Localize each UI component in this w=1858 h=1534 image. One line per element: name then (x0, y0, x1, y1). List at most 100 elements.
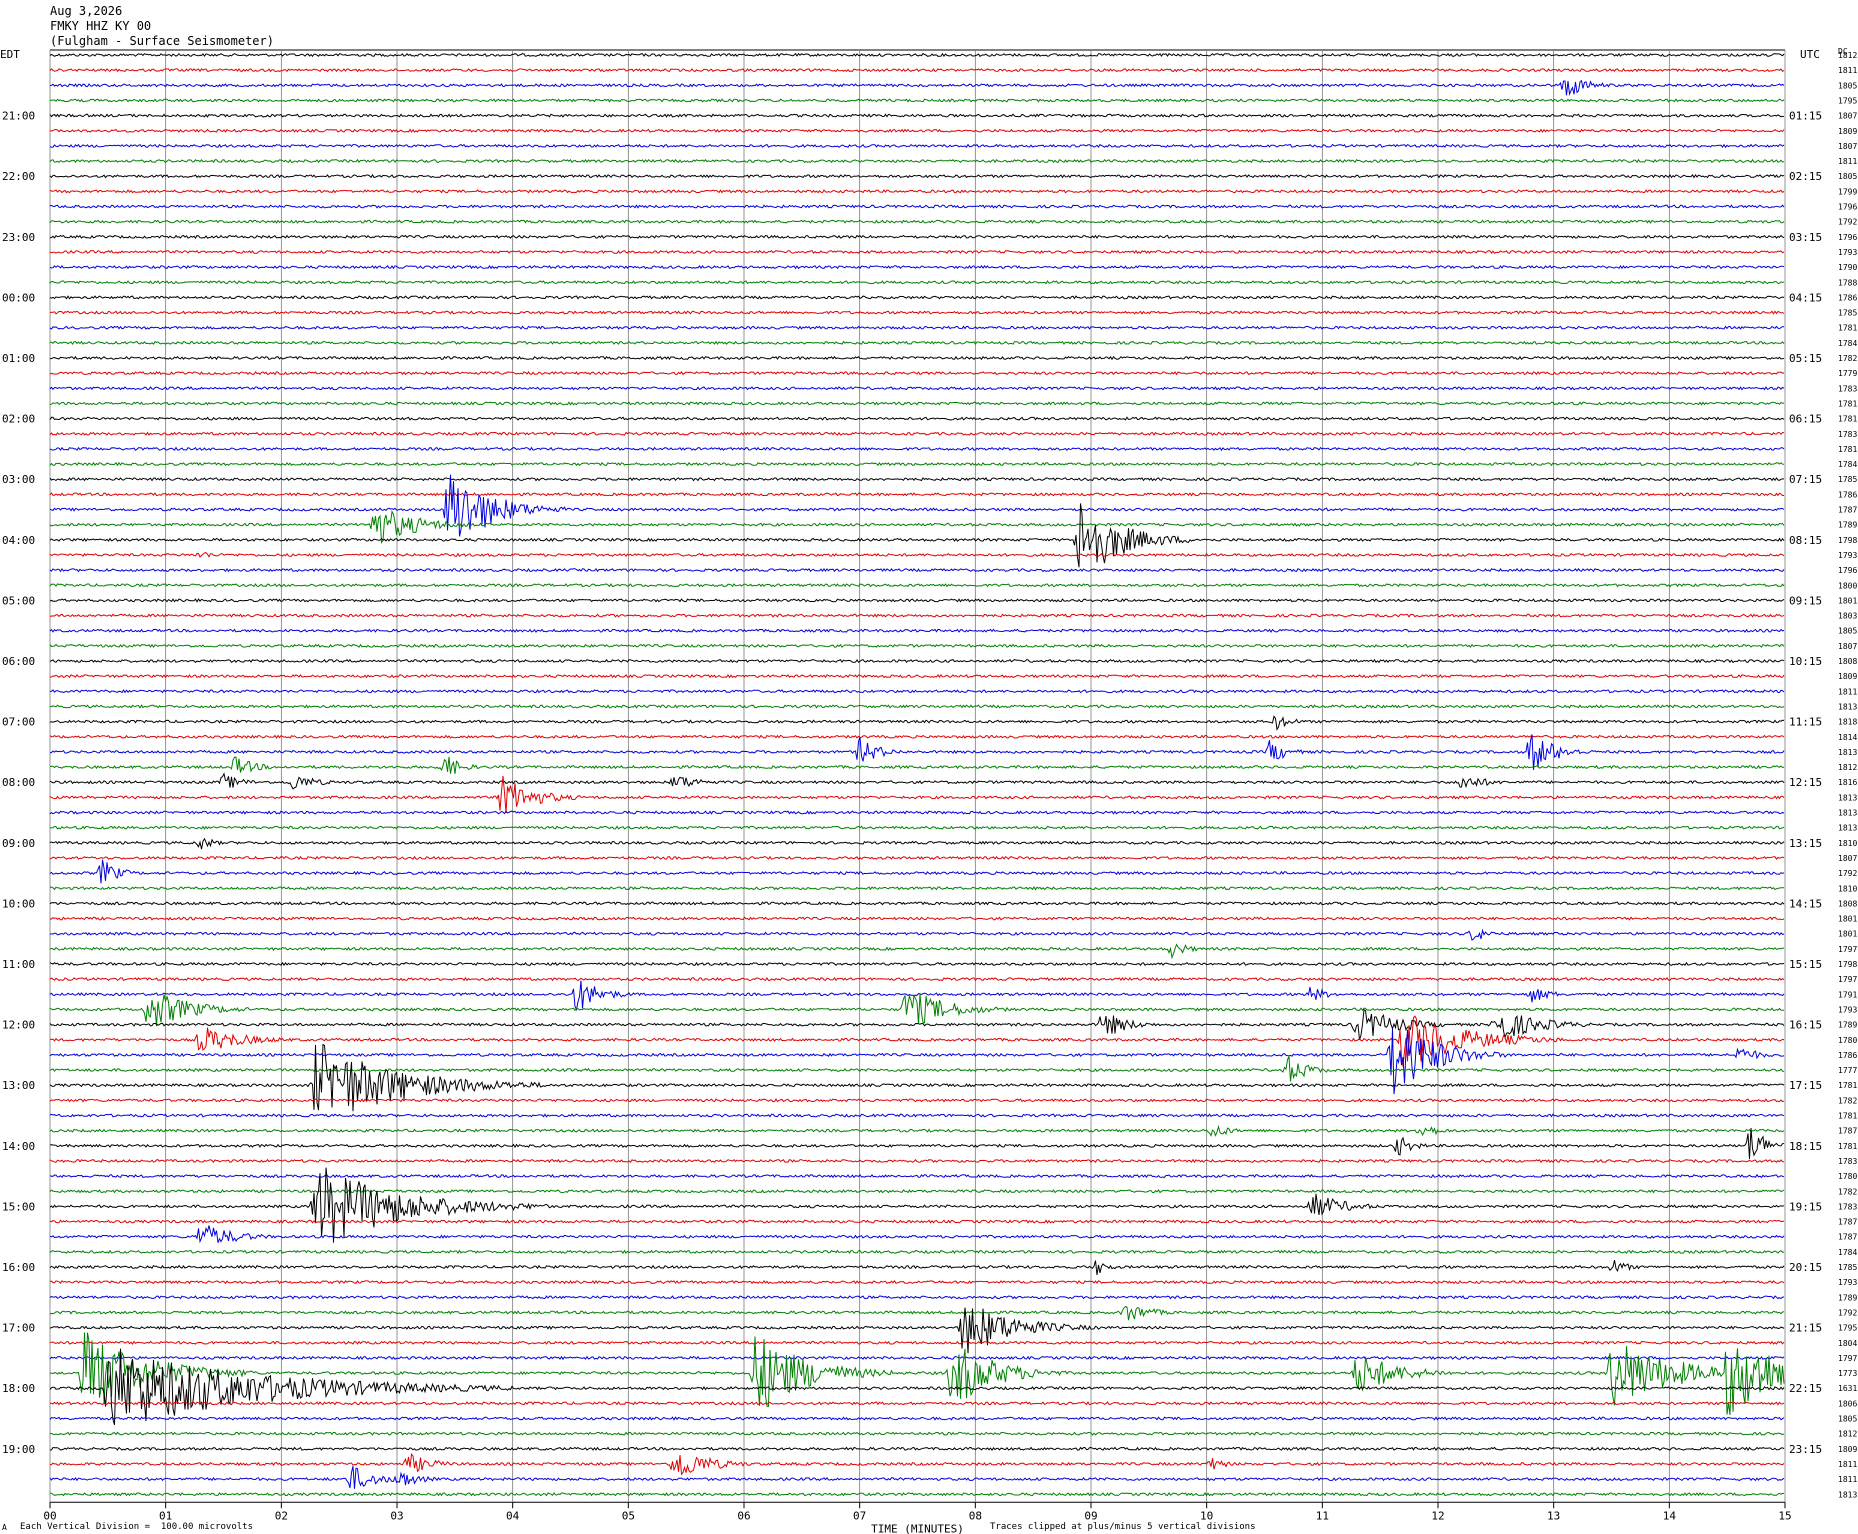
seismic-trace (49, 1279, 1785, 1285)
dc-offset-label: 1804 (1838, 1339, 1857, 1348)
dc-offset-label: 1807 (1838, 112, 1857, 121)
helicorder-plot: 00 01 02 03 04 05 06 07 08 09 10 11 12 13 14 15 1812 1811… (0, 47, 1857, 1534)
dc-offset-label: 1783 (1838, 1202, 1857, 1211)
right-hour-label: 19:15 (1789, 1200, 1822, 1213)
right-hour-label: 12:15 (1789, 776, 1822, 789)
right-hour-label: 23:15 (1789, 1443, 1822, 1456)
left-hour-label: 22:00 (2, 170, 35, 183)
right-hour-label: 14:15 (1789, 897, 1822, 910)
x-tick-label: 10 (1200, 1509, 1213, 1522)
dc-offset-label: 1779 (1838, 369, 1857, 378)
dc-offset-label: 1812 (1838, 1430, 1857, 1439)
right-hour-label: 10:15 (1789, 655, 1822, 668)
seismic-trace (49, 386, 1785, 391)
dc-offset-label: 1816 (1838, 778, 1857, 787)
seismic-trace (49, 1008, 1785, 1041)
seismic-trace (49, 280, 1785, 285)
seismic-trace (49, 52, 1785, 58)
dc-offset-label: 1788 (1838, 278, 1857, 287)
dc-offset-label: 1792 (1838, 869, 1857, 878)
seismic-trace (49, 901, 1785, 906)
seismic-trace (49, 734, 1785, 739)
seismic-trace (49, 567, 1785, 573)
seismic-trace (49, 734, 1785, 770)
scale-note: Each Vertical Division = 100.00 microvol… (20, 1522, 253, 1532)
dc-offset-label: 1808 (1838, 657, 1857, 666)
clip-note: Traces clipped at plus/minus 5 vertical … (990, 1522, 1256, 1532)
seismic-trace (49, 825, 1785, 830)
seismic-trace (49, 1113, 1785, 1118)
dc-offset-label: 1793 (1838, 551, 1857, 560)
seismic-trace (49, 916, 1785, 921)
dc-offset-label: 1784 (1838, 460, 1857, 469)
dc-offset-label: 1783 (1838, 384, 1857, 393)
right-hour-label: 08:15 (1789, 534, 1822, 547)
dc-offset-label: 1809 (1838, 672, 1857, 681)
left-hour-label: 16:00 (2, 1261, 35, 1274)
dc-offset-label: 1811 (1838, 66, 1857, 75)
dc-offset-label: 1798 (1838, 960, 1857, 969)
seismic-trace (49, 1158, 1785, 1164)
dc-offset-label: 1781 (1838, 1081, 1857, 1090)
right-hour-label: 07:15 (1789, 473, 1822, 486)
seismic-trace (49, 1219, 1785, 1224)
seismic-trace (49, 1465, 1785, 1489)
seismic-trace (49, 1189, 1785, 1194)
left-hour-label: 19:00 (2, 1443, 35, 1456)
dc-offset-label: 1797 (1838, 945, 1857, 954)
dc-offset-label: 1787 (1838, 1233, 1857, 1242)
seismic-trace (49, 173, 1785, 179)
right-hour-label: 11:15 (1789, 716, 1822, 729)
seismic-trace (49, 325, 1785, 330)
dc-offset-label: 1812 (1838, 763, 1857, 772)
seismic-trace (49, 234, 1785, 239)
left-hour-label: 15:00 (2, 1200, 35, 1213)
left-hour-label: 05:00 (2, 594, 35, 607)
dc-offset-label: 1805 (1838, 81, 1857, 90)
seismic-trace (49, 461, 1785, 467)
seismic-trace (49, 1225, 1785, 1244)
left-hour-label: 21:00 (2, 110, 35, 123)
seismic-trace (49, 416, 1785, 421)
seismic-trace (49, 552, 1785, 558)
x-tick-label: 12 (1431, 1509, 1444, 1522)
left-hour-label: 13:00 (2, 1079, 35, 1092)
dc-offset-label: 1784 (1838, 1248, 1857, 1257)
seismic-trace (49, 98, 1785, 103)
dc-offset-label: 1809 (1838, 1445, 1857, 1454)
dc-offset-label: 1785 (1838, 309, 1857, 318)
x-tick-label: 02 (275, 1509, 288, 1522)
x-tick-label: 04 (506, 1509, 520, 1522)
dc-offset-label: 1631 (1838, 1384, 1857, 1393)
dc-offset-label: 1807 (1838, 854, 1857, 863)
dc-offset-label: 1808 (1838, 899, 1857, 908)
right-hour-label: 15:15 (1789, 958, 1822, 971)
seismic-trace (49, 295, 1785, 300)
left-hour-label: 07:00 (2, 716, 35, 729)
dc-offset-label: 1805 (1838, 1415, 1857, 1424)
dc-offset-label: 1789 (1838, 521, 1857, 530)
dc-offset-label: 1800 (1838, 581, 1857, 590)
seismic-trace (49, 503, 1785, 568)
seismic-trace (49, 340, 1785, 346)
corner-mark: A (2, 1523, 7, 1532)
seismic-trace (49, 1355, 1785, 1361)
dc-offset-label: 1806 (1838, 1399, 1857, 1408)
dc-offset-label: 1773 (1838, 1369, 1857, 1378)
seismic-trace (49, 976, 1785, 982)
left-hour-label: 11:00 (2, 958, 35, 971)
dc-offset-label: 1795 (1838, 1324, 1857, 1333)
dc-offset-label: 1799 (1838, 187, 1857, 196)
dc-offset-label: 1814 (1838, 733, 1857, 742)
seismic-trace (49, 492, 1784, 497)
right-hour-label: 01:15 (1789, 110, 1822, 123)
seismic-trace (49, 474, 1785, 537)
dc-column-header: DC (1838, 47, 1848, 56)
dc-offset-label: 1792 (1838, 1308, 1857, 1317)
dc-offset-label: 1793 (1838, 1005, 1857, 1014)
x-tick-label: 03 (390, 1509, 403, 1522)
dc-offset-label: 1787 (1838, 506, 1857, 515)
right-hour-label: 20:15 (1789, 1261, 1822, 1274)
seismic-trace (50, 928, 1785, 941)
seismic-trace (49, 446, 1785, 452)
